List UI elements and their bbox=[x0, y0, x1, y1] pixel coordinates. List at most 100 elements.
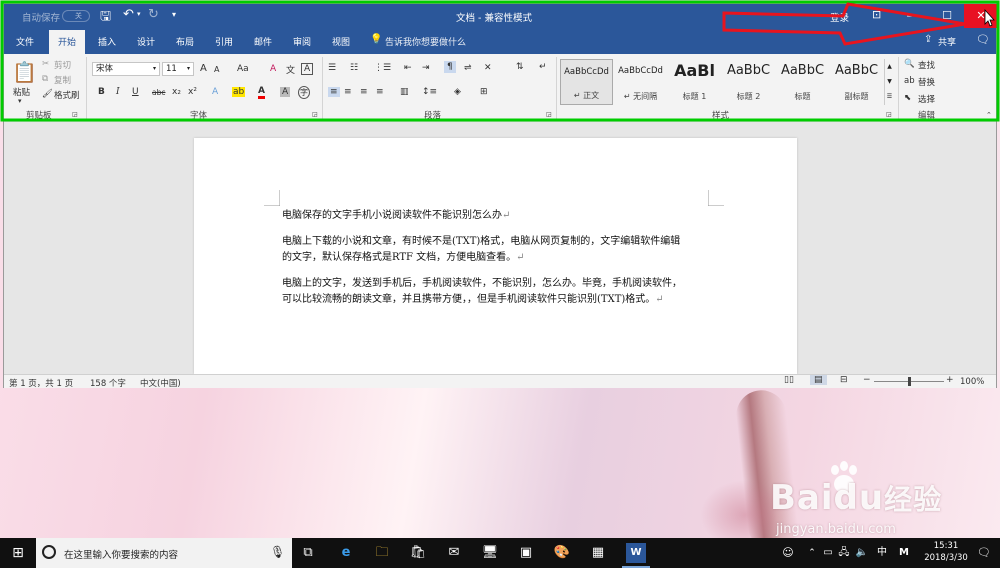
web-layout-icon[interactable]: ⊟ bbox=[840, 375, 848, 385]
font-name-dropdown[interactable]: 宋体 ▾ bbox=[92, 62, 160, 76]
zoom-level[interactable]: 100% bbox=[960, 377, 984, 387]
language-indicator[interactable]: 中文(中国) bbox=[140, 377, 181, 389]
scroll-down-icon[interactable]: ▼ bbox=[887, 78, 892, 85]
autosave-toggle[interactable]: 关 bbox=[62, 10, 90, 22]
character-border-button[interactable]: A bbox=[301, 63, 314, 75]
change-case-button[interactable]: Aa bbox=[237, 64, 249, 74]
style-heading-2[interactable]: AaBbC 标题 2 bbox=[722, 59, 775, 105]
clipboard-launcher-icon[interactable]: ◲ bbox=[72, 111, 78, 118]
superscript-button[interactable]: x² bbox=[188, 87, 197, 97]
tab-references[interactable]: 引用 bbox=[215, 35, 233, 48]
cut-button[interactable]: 剪切 bbox=[54, 59, 71, 71]
ribbon-display-options-icon[interactable]: ⊡ bbox=[872, 8, 881, 21]
edge-icon[interactable]: e bbox=[336, 543, 356, 563]
numbering-icon[interactable]: ☷ bbox=[350, 63, 358, 73]
enclose-characters-button[interactable]: 字 bbox=[298, 86, 310, 99]
print-layout-icon[interactable]: ▤ bbox=[810, 375, 827, 385]
paint-icon[interactable]: 🎨 bbox=[552, 543, 572, 563]
replace-button[interactable]: 替换 bbox=[918, 76, 935, 88]
redo-icon[interactable]: ↻ bbox=[148, 7, 159, 22]
align-left-icon[interactable]: ≡ bbox=[328, 87, 340, 97]
zoom-in-button[interactable]: + bbox=[946, 375, 954, 385]
style-no-spacing[interactable]: AaBbCcDd ↵ 无间隔 bbox=[614, 59, 667, 105]
copy-icon[interactable]: ⧉ bbox=[42, 74, 48, 84]
document-page[interactable]: 电脑保存的文字手机小说阅读软件不能识别怎么办↵ 电脑上下载的小说和文章，有时候不… bbox=[194, 138, 797, 374]
tab-home[interactable]: 开始 bbox=[49, 30, 86, 54]
styles-launcher-icon[interactable]: ◲ bbox=[886, 111, 892, 118]
taskbar-search-box[interactable]: 在这里输入你要搜索的内容 🎙 bbox=[36, 538, 292, 568]
text-effects-button[interactable]: A bbox=[212, 87, 218, 97]
format-painter-button[interactable]: 格式刷 bbox=[54, 89, 80, 101]
font-size-dropdown[interactable]: 11 ▾ bbox=[162, 62, 194, 76]
ime-mode[interactable]: M bbox=[894, 543, 914, 563]
subscript-button[interactable]: x₂ bbox=[172, 87, 181, 97]
increase-indent-icon[interactable]: ⇥ bbox=[422, 63, 430, 73]
tab-review[interactable]: 审阅 bbox=[293, 35, 311, 48]
shrink-font-button[interactable]: A bbox=[214, 65, 219, 74]
paragraph-mark-icon[interactable]: ↵ bbox=[539, 62, 547, 72]
style-subtitle[interactable]: AaBbC 副标题 bbox=[830, 59, 883, 105]
volume-icon[interactable]: 🔈 bbox=[852, 543, 872, 563]
app-icon[interactable]: ▣ bbox=[516, 543, 536, 563]
action-center-icon[interactable]: 🗨 bbox=[974, 543, 994, 563]
font-color-button[interactable]: A bbox=[258, 86, 265, 99]
style-heading-1[interactable]: AaBl 标题 1 bbox=[668, 59, 721, 105]
show-hide-marks-icon[interactable]: ¶ bbox=[444, 61, 456, 73]
collapse-ribbon-icon[interactable]: ⌃ bbox=[986, 111, 992, 119]
format-painter-icon[interactable]: 🖌 bbox=[42, 89, 53, 99]
multilevel-list-icon[interactable]: ⋮☰ bbox=[374, 63, 391, 73]
word-count[interactable]: 158 个字 bbox=[90, 377, 126, 389]
read-mode-icon[interactable]: ▯▯ bbox=[784, 375, 794, 385]
style-title[interactable]: AaBbC 标题 bbox=[776, 59, 829, 105]
computer-icon[interactable]: 🖥 bbox=[480, 543, 500, 563]
font-launcher-icon[interactable]: ◲ bbox=[312, 111, 318, 118]
line-spacing-icon[interactable]: ↕≡ bbox=[422, 87, 437, 97]
share-button[interactable]: 共享 bbox=[938, 35, 956, 48]
people-icon[interactable]: ☺ bbox=[778, 543, 798, 563]
word-taskbar-icon[interactable]: W bbox=[626, 543, 646, 563]
minimize-button[interactable]: — bbox=[895, 4, 929, 28]
page-count[interactable]: 第 1 页，共 1 页 bbox=[9, 377, 73, 389]
task-view-icon[interactable]: ⧉ bbox=[298, 543, 318, 563]
align-center-icon[interactable]: ≡ bbox=[344, 87, 352, 97]
italic-button[interactable]: I bbox=[116, 87, 120, 97]
ltr-text-icon[interactable]: ⇌ bbox=[464, 63, 472, 73]
justify-icon[interactable]: ≡ bbox=[376, 87, 384, 97]
restore-button[interactable]: ☐ bbox=[930, 4, 964, 28]
tab-layout[interactable]: 布局 bbox=[176, 35, 194, 48]
ime-language[interactable]: 中 bbox=[872, 543, 892, 563]
clock[interactable]: 15:31 2018/3/30 bbox=[922, 540, 970, 564]
tell-me-search[interactable]: 告诉我你想要做什么 bbox=[385, 35, 466, 48]
bullets-icon[interactable]: ☰ bbox=[328, 63, 336, 73]
grow-font-button[interactable]: A bbox=[200, 63, 207, 74]
tab-insert[interactable]: 插入 bbox=[98, 35, 116, 48]
comments-icon[interactable]: 🗨 bbox=[976, 33, 990, 46]
undo-icon[interactable]: ↶ bbox=[123, 7, 134, 22]
tab-file[interactable]: 文件 bbox=[16, 35, 34, 48]
find-button[interactable]: 查找 bbox=[918, 59, 935, 71]
underline-button[interactable]: U bbox=[132, 87, 139, 97]
customize-qat-icon[interactable]: ▾ bbox=[172, 10, 176, 19]
align-right-icon[interactable]: ≡ bbox=[360, 87, 368, 97]
network-icon[interactable]: 🖧 bbox=[834, 543, 854, 563]
paste-dropdown-icon[interactable]: ▾ bbox=[18, 97, 22, 105]
strikethrough-button[interactable]: abc bbox=[152, 88, 165, 97]
find-icon[interactable]: 🔍 bbox=[904, 59, 915, 69]
asian-layout-icon[interactable]: ✕ bbox=[484, 63, 492, 73]
paragraph-launcher-icon[interactable]: ◲ bbox=[546, 111, 552, 118]
start-windows-icon[interactable]: ⊞ bbox=[8, 543, 28, 563]
paste-icon[interactable]: 📋 bbox=[12, 60, 37, 84]
character-shading-button[interactable]: A bbox=[280, 87, 291, 97]
share-icon[interactable]: ⇪ bbox=[924, 34, 932, 45]
phonetic-guide-button[interactable]: 文 bbox=[286, 63, 295, 76]
sort-icon[interactable]: ⇅ bbox=[516, 62, 524, 72]
highlight-button[interactable]: ab bbox=[232, 87, 246, 97]
clear-formatting-button[interactable]: A bbox=[270, 64, 276, 74]
select-button[interactable]: 选择 bbox=[918, 93, 935, 105]
photo-viewer-icon[interactable]: ▦ bbox=[588, 543, 608, 563]
tab-view[interactable]: 视图 bbox=[332, 35, 350, 48]
replace-icon[interactable]: ab bbox=[904, 76, 915, 86]
styles-more-icon[interactable]: ☰ bbox=[887, 93, 892, 100]
cut-icon[interactable]: ✂ bbox=[42, 59, 49, 69]
store-icon[interactable]: 🛍 bbox=[408, 543, 428, 563]
